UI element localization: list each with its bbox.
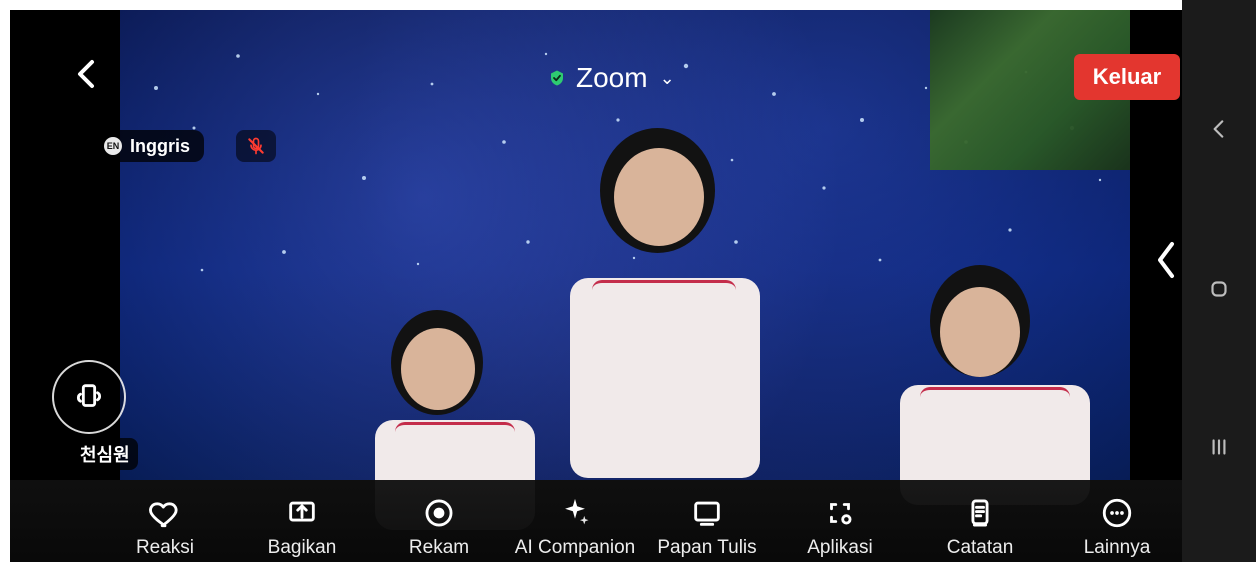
- system-home-button[interactable]: [1182, 252, 1256, 326]
- apps-icon: [830, 502, 852, 524]
- collapse-side-panel-button[interactable]: [1152, 238, 1180, 282]
- toolbar-item-label: AI Companion: [514, 536, 636, 558]
- leave-button[interactable]: Keluar: [1074, 54, 1180, 100]
- chevron-left-icon: [1213, 120, 1224, 138]
- meeting-title-dropdown[interactable]: Zoom ⌄: [548, 64, 675, 92]
- sparkle-icon: [565, 498, 589, 524]
- toolbar-item-label: Reaksi: [135, 536, 195, 558]
- language-badge: EN: [104, 137, 122, 155]
- recents-icon: [1212, 439, 1226, 455]
- share-screen-icon: [289, 501, 315, 521]
- video-person-center: [530, 118, 800, 498]
- chevron-down-icon: ⌄: [659, 68, 675, 88]
- whiteboard-icon: [694, 501, 720, 526]
- video-person-right: [860, 265, 1120, 505]
- toolbar-item-label: Papan Tulis: [657, 536, 757, 558]
- language-label: Inggris: [130, 135, 191, 156]
- toolbar-item-label: Rekam: [408, 536, 470, 558]
- toolbar-item-label: Catatan: [946, 536, 1014, 558]
- back-button[interactable]: [70, 56, 106, 92]
- toolbar-item-apps[interactable]: Aplikasi: [775, 480, 905, 562]
- interpretation-language-pill[interactable]: EN Inggris: [94, 130, 205, 162]
- toolbar-item-label: Aplikasi: [807, 536, 873, 558]
- toolbar-item-label: Lainnya: [1083, 536, 1151, 558]
- heart-icon: [149, 501, 178, 527]
- toolbar-item-reactions[interactable]: Reaksi: [100, 480, 230, 562]
- toolbar-item-ai-companion[interactable]: AI Companion: [510, 480, 640, 562]
- more-icon: [1102, 498, 1132, 527]
- meeting-title: Zoom: [576, 62, 648, 93]
- participant-name-label: 천심원: [72, 438, 138, 470]
- bottom-toolbar: Reaksi Bagikan Rekam AI Companion Papan …: [10, 480, 1182, 562]
- toolbar-item-more[interactable]: Lainnya: [1052, 480, 1182, 562]
- toolbar-item-notes[interactable]: Catatan: [915, 480, 1045, 562]
- rotate-device-icon: [76, 384, 102, 407]
- phone-frame: Zoom ⌄ Keluar EN Inggris 천심원 Reaksi Bagi…: [0, 0, 1256, 562]
- zoom-meeting-screen: Zoom ⌄ Keluar EN Inggris 천심원 Reaksi Bagi…: [10, 10, 1182, 562]
- toolbar-item-whiteboard[interactable]: Papan Tulis: [642, 480, 772, 562]
- chevron-left-icon: [1158, 242, 1174, 278]
- shield-check-icon: [551, 70, 563, 86]
- system-recents-button[interactable]: [1182, 410, 1256, 484]
- record-icon: [425, 499, 453, 526]
- toolbar-item-share[interactable]: Bagikan: [237, 480, 367, 562]
- android-navigation-bar: [1182, 0, 1256, 562]
- home-icon: [1211, 281, 1227, 297]
- toolbar-item-label: Bagikan: [267, 536, 337, 558]
- rotate-screen-button[interactable]: [52, 360, 126, 434]
- toolbar-item-record[interactable]: Rekam: [374, 480, 504, 562]
- toolbar-items: Reaksi Bagikan Rekam AI Companion Papan …: [10, 480, 1182, 562]
- notes-icon: [971, 499, 989, 526]
- system-back-button[interactable]: [1182, 92, 1256, 166]
- chevron-left-icon: [78, 60, 94, 88]
